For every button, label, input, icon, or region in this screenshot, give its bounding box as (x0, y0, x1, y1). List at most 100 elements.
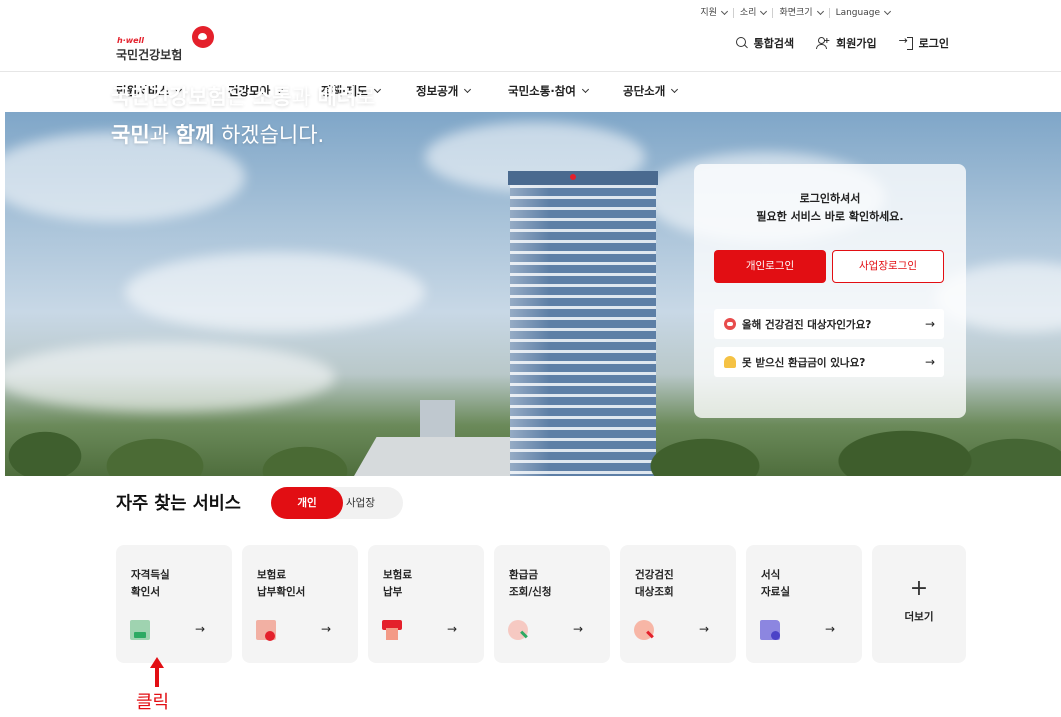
utility-font-size[interactable]: 화면크기 (773, 7, 830, 18)
card-label: 보험료 납부확인서 (257, 569, 306, 598)
heart-icon (724, 318, 736, 330)
search-label: 통합검색 (753, 37, 795, 50)
quick-link-checkup[interactable]: 올해 건강검진 대상자인가요? → (714, 309, 944, 339)
service-card-refund[interactable]: 환급금 조회/신청 → (494, 545, 610, 663)
more-label: 더보기 (904, 611, 934, 623)
plus-icon: + (909, 576, 929, 601)
chevron-down-icon (581, 85, 589, 94)
card-label: 환급금 조회/신청 (509, 569, 552, 598)
nav-label: 정보공개 (416, 84, 459, 98)
hero-bold: 함께 (175, 123, 215, 147)
service-card-payment-certificate[interactable]: 보험료 납부확인서 → (242, 545, 358, 663)
login-label: 로그인 (918, 37, 949, 50)
folder-download-icon (760, 620, 780, 640)
header-actions: 통합검색 + 회원가입 로그인 (735, 34, 949, 51)
personal-login-button[interactable]: 개인로그인 (714, 250, 826, 283)
chevron-down-icon (464, 85, 472, 94)
service-card-qualification[interactable]: 자격득실 확인서 → (116, 545, 232, 663)
arrow-right-icon: → (924, 355, 935, 369)
payment-icon (382, 620, 402, 640)
chevron-down-icon (671, 85, 679, 94)
tower-logo-icon (570, 174, 576, 180)
hero-title: 국민건강보험은 소통과 배려로 국민과 함께 하겠습니다. (111, 78, 376, 154)
tower-cap (508, 171, 658, 185)
arrow-right-icon: → (924, 317, 935, 331)
hero-bold: 소통 (252, 85, 292, 109)
signup-label: 회원가입 (836, 37, 877, 50)
utility-font-size-label: 화면크기 (779, 8, 813, 18)
service-card-more[interactable]: + 더보기 (872, 545, 966, 663)
utility-sound-label: 소리 (739, 8, 757, 18)
hero-bold: 국민건강보험 (111, 85, 227, 109)
hero-line-2: 국민과 함께 하겠습니다. (111, 116, 376, 154)
site-logo[interactable]: h·well 국민건강보험 (116, 26, 216, 62)
annotation-arrow-up-icon (150, 657, 164, 687)
hero-text: 과 (149, 123, 176, 147)
login-card: 로그인하셔서 필요한 서비스 바로 확인하세요. 개인로그인 사업장로그인 올해… (694, 164, 966, 418)
arrow-right-icon: → (321, 622, 332, 636)
nav-item-disclosure[interactable]: 정보공개 (416, 83, 508, 99)
hero-text: 로 (356, 85, 376, 109)
chevron-down-icon (720, 7, 728, 16)
utility-support[interactable]: 지원 (694, 7, 734, 18)
add-user-icon: + (816, 37, 830, 49)
annotation-label: 클릭 (136, 692, 170, 713)
hero-text: 은 (226, 85, 253, 109)
signup-button[interactable]: + 회원가입 (816, 35, 877, 51)
logo-org-name: 국민건강보험 (116, 48, 183, 62)
card-label: 건강검진 대상조회 (635, 569, 674, 598)
quick-link-refund[interactable]: 못 받으신 환급금이 있나요? → (714, 347, 944, 377)
hero-bold: 국민 (111, 123, 150, 147)
login-icon (899, 34, 913, 50)
search-button[interactable]: 통합검색 (735, 35, 795, 51)
cloud (125, 252, 425, 332)
service-type-toggle: 개인 사업장 (271, 487, 403, 519)
toggle-business[interactable]: 사업장 (343, 487, 403, 519)
arrow-right-icon: → (699, 622, 710, 636)
utility-support-label: 지원 (700, 8, 717, 18)
card-label: 보험료 납부 (383, 569, 412, 598)
document-icon (130, 620, 150, 640)
login-message-line-2: 필요한 서비스 바로 확인하세요. (756, 210, 904, 223)
toggle-personal[interactable]: 개인 (271, 487, 343, 519)
hero-text: 하겠습니다. (214, 123, 325, 147)
card-label: 서식 자료실 (761, 569, 790, 598)
login-button[interactable]: 로그인 (899, 34, 949, 51)
nav-label: 국민소통·참여 (508, 84, 576, 98)
quick-link-label: 올해 건강검진 대상자인가요? (742, 318, 872, 331)
bell-icon (724, 356, 736, 368)
refund-search-icon (508, 620, 528, 640)
service-card-premium-payment[interactable]: 보험료 납부 → (368, 545, 484, 663)
nav-item-about[interactable]: 공단소개 (623, 83, 679, 99)
receipt-icon (256, 620, 276, 641)
hero-line-1: 국민건강보험은 소통과 배려로 (111, 78, 376, 116)
logo-brand: h·well (117, 36, 145, 45)
utility-bar: 지원 소리 화면크기 Language (694, 7, 896, 18)
nav-item-participation[interactable]: 국민소통·참여 (508, 83, 623, 99)
chevron-down-icon (883, 7, 892, 16)
nav-divider (0, 71, 1061, 72)
utility-language[interactable]: Language (830, 7, 896, 18)
arrow-right-icon: → (195, 622, 206, 636)
chevron-down-icon (760, 7, 768, 16)
arrow-right-icon: → (447, 622, 458, 636)
service-card-checkup[interactable]: 건강검진 대상조회 → (620, 545, 736, 663)
heart-logo-icon (192, 26, 214, 48)
section-title: 자주 찾는 서비스 (116, 494, 241, 514)
utility-sound[interactable]: 소리 (734, 7, 774, 18)
checkup-search-icon (634, 620, 654, 640)
utility-language-label: Language (835, 8, 880, 18)
service-card-forms[interactable]: 서식 자료실 → (746, 545, 862, 663)
business-login-button[interactable]: 사업장로그인 (832, 250, 944, 283)
search-icon (735, 37, 748, 49)
arrow-shaft (155, 666, 159, 687)
chevron-down-icon (816, 7, 824, 16)
card-label: 자격득실 확인서 (131, 569, 170, 598)
cloud (5, 342, 335, 412)
nav-label: 공단소개 (623, 84, 666, 98)
login-message-line-1: 로그인하셔서 (799, 192, 861, 205)
arrow-right-icon: → (573, 622, 584, 636)
quick-link-label: 못 받으신 환급금이 있나요? (742, 356, 866, 369)
hero-text: 과 (291, 85, 318, 109)
hero-bold: 배려 (317, 85, 357, 109)
